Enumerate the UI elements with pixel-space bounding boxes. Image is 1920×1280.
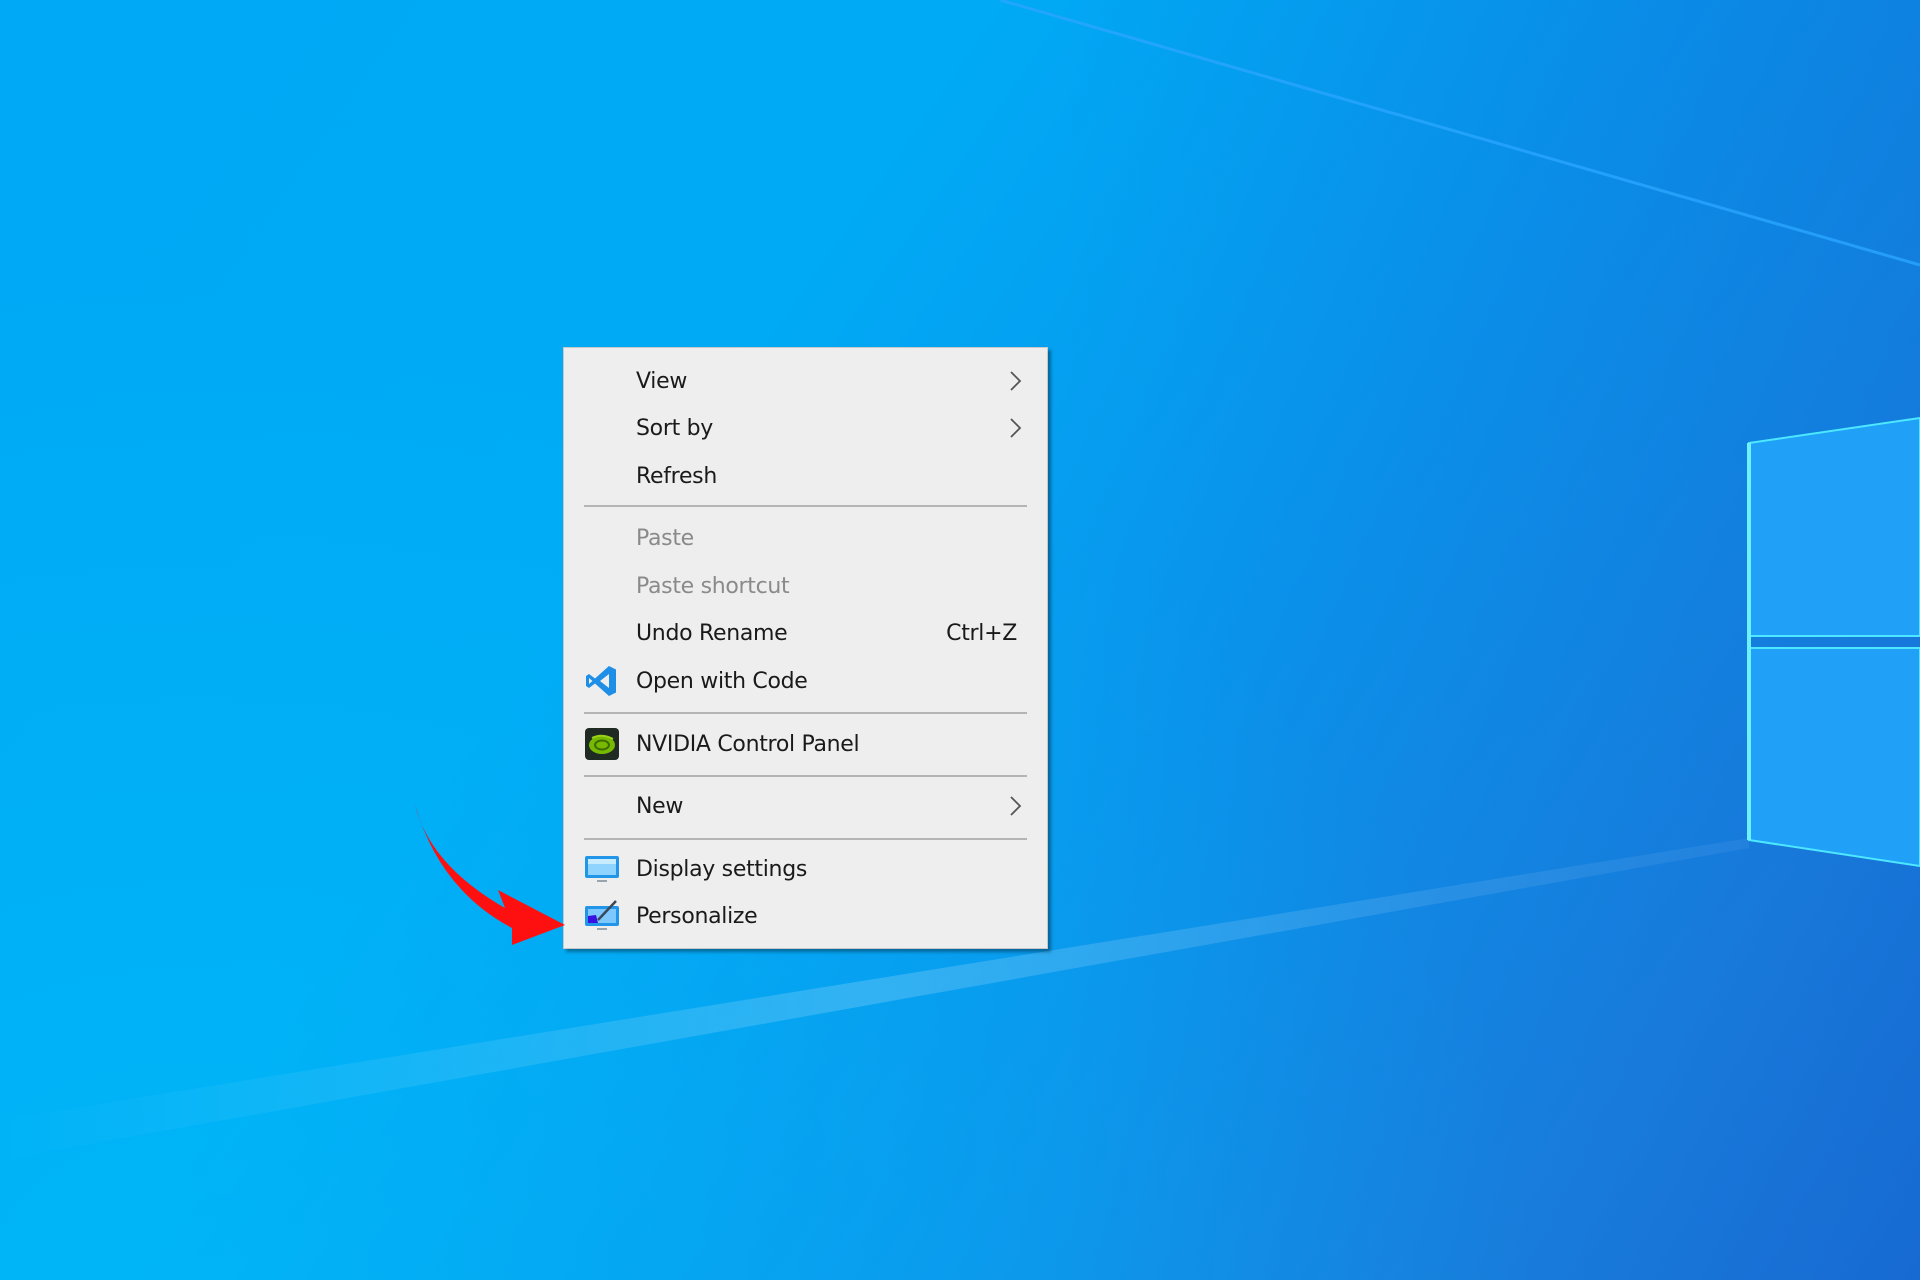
chevron-right-icon — [1010, 796, 1022, 816]
menu-item-new[interactable]: New — [564, 784, 1047, 828]
menu-item-open-with-code[interactable]: Open with Code — [564, 659, 1047, 703]
keyboard-shortcut: Ctrl+Z — [946, 620, 1017, 646]
menu-item-refresh[interactable]: Refresh — [564, 454, 1047, 498]
windows-logo-bottom-pane — [1748, 647, 1920, 868]
menu-separator — [584, 712, 1027, 714]
windows-logo-top-pane — [1748, 416, 1920, 637]
menu-separator — [584, 505, 1027, 507]
menu-item-sort-by[interactable]: Sort by — [564, 406, 1047, 450]
menu-item-label: Open with Code — [636, 668, 808, 694]
menu-item-display-settings[interactable]: Display settings — [564, 847, 1047, 891]
menu-item-label: Undo Rename — [636, 620, 788, 646]
desktop-context-menu: View Sort by Refresh Paste Paste shortcu… — [563, 347, 1048, 949]
menu-item-personalize[interactable]: Personalize — [564, 894, 1047, 938]
menu-item-view[interactable]: View — [564, 359, 1047, 403]
menu-item-label: New — [636, 793, 684, 819]
nvidia-icon — [585, 728, 619, 760]
vscode-icon — [586, 666, 616, 696]
menu-item-label: Display settings — [636, 856, 808, 882]
menu-item-paste[interactable]: Paste — [564, 516, 1047, 560]
wallpaper-light-streak — [999, 0, 1920, 267]
menu-separator — [584, 775, 1027, 777]
menu-item-nvidia-control-panel[interactable]: NVIDIA Control Panel — [564, 722, 1047, 766]
desktop[interactable]: View Sort by Refresh Paste Paste shortcu… — [0, 0, 1920, 1280]
menu-item-label: Paste — [636, 525, 694, 551]
menu-item-label: Paste shortcut — [636, 573, 790, 599]
menu-separator — [584, 838, 1027, 840]
menu-item-label: NVIDIA Control Panel — [636, 731, 860, 757]
red-annotation-arrow — [415, 805, 565, 945]
menu-item-label: Sort by — [636, 415, 713, 441]
chevron-right-icon — [1010, 418, 1022, 438]
menu-item-label: Refresh — [636, 463, 717, 489]
menu-item-undo-rename[interactable]: Undo Rename Ctrl+Z — [564, 611, 1047, 655]
menu-item-label: View — [636, 368, 688, 394]
chevron-right-icon — [1010, 371, 1022, 391]
menu-item-label: Personalize — [636, 903, 758, 929]
menu-item-paste-shortcut[interactable]: Paste shortcut — [564, 564, 1047, 608]
